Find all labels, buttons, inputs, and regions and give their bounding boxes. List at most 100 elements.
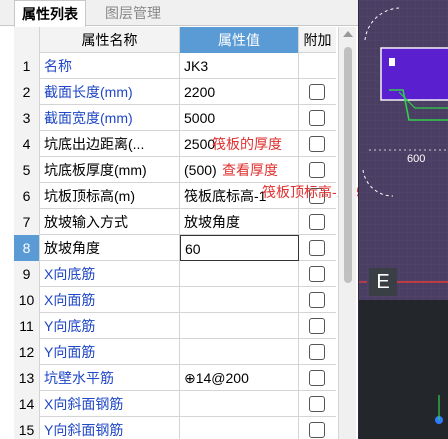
cad-label-box bbox=[389, 58, 395, 66]
property-add-cell bbox=[299, 287, 336, 313]
table-row[interactable]: 15 Y向斜面钢筋 bbox=[14, 417, 336, 439]
property-add-cell bbox=[299, 209, 336, 235]
cad-axis-marker[interactable]: E bbox=[369, 268, 397, 296]
property-name: 坑板顶标高(m) bbox=[40, 183, 180, 209]
add-checkbox[interactable] bbox=[309, 292, 325, 308]
property-add-cell bbox=[299, 339, 336, 365]
property-name: Y向面筋 bbox=[40, 339, 180, 365]
table-row[interactable]: 9 X向底筋 bbox=[14, 261, 336, 287]
property-name: 截面宽度(mm) bbox=[40, 105, 180, 131]
property-value[interactable] bbox=[180, 417, 299, 439]
add-checkbox[interactable] bbox=[309, 84, 325, 100]
row-index: 3 bbox=[14, 105, 40, 131]
property-add-cell bbox=[299, 235, 336, 261]
property-value[interactable] bbox=[180, 261, 299, 287]
row-index: 1 bbox=[14, 53, 40, 79]
property-value-input[interactable]: 60 bbox=[180, 235, 299, 261]
row-index: 2 bbox=[14, 79, 40, 105]
annotation-raft-thickness: 筏板的厚度 bbox=[212, 136, 282, 152]
property-add-cell bbox=[299, 261, 336, 287]
property-add-cell bbox=[299, 131, 336, 157]
property-name: 坑壁水平筋 bbox=[40, 365, 180, 391]
header-index bbox=[14, 27, 40, 53]
property-add-cell bbox=[299, 365, 336, 391]
row-index: 4 bbox=[14, 131, 40, 157]
property-value[interactable]: JK3 bbox=[180, 53, 299, 79]
table-row[interactable]: 3 截面宽度(mm) 5000 bbox=[14, 105, 336, 131]
table-row[interactable]: 1 名称 JK3 bbox=[14, 53, 336, 79]
row-index: 9 bbox=[14, 261, 40, 287]
row-index: 13 bbox=[14, 365, 40, 391]
property-add-cell bbox=[299, 417, 336, 439]
scroll-thumb[interactable] bbox=[344, 47, 352, 283]
table-scrollbar[interactable] bbox=[338, 27, 356, 439]
table-row[interactable]: 10 X向面筋 bbox=[14, 287, 336, 313]
panel-tabbar: 属性列表 图层管理 bbox=[0, 0, 358, 27]
property-name: 截面长度(mm) bbox=[40, 79, 180, 105]
annotation-check-thickness: 查看厚度 bbox=[222, 162, 278, 178]
cad-drawing: 600 bbox=[359, 0, 448, 439]
tab-layers[interactable]: 图层管理 bbox=[94, 0, 172, 26]
table-row[interactable]: 13 坑壁水平筋 ⊕14@200 bbox=[14, 365, 336, 391]
property-add-cell bbox=[299, 157, 336, 183]
property-value[interactable]: 放坡角度 bbox=[180, 209, 299, 235]
property-name: 名称 bbox=[40, 53, 180, 79]
header-add: 附加 bbox=[303, 32, 332, 48]
row-index: 6 bbox=[14, 183, 40, 209]
add-checkbox[interactable] bbox=[309, 214, 325, 230]
property-value[interactable] bbox=[180, 313, 299, 339]
property-add-cell bbox=[299, 79, 336, 105]
property-value[interactable] bbox=[180, 339, 299, 365]
add-checkbox[interactable] bbox=[309, 422, 325, 438]
row-index: 15 bbox=[14, 417, 40, 439]
row-index: 11 bbox=[14, 313, 40, 339]
table-row[interactable]: 7 放坡输入方式 放坡角度 bbox=[14, 209, 336, 235]
row-index: 14 bbox=[14, 391, 40, 417]
table-row[interactable]: 14 X向斜面钢筋 bbox=[14, 391, 336, 417]
property-name: 坑底板厚度(mm) bbox=[40, 157, 180, 183]
add-checkbox[interactable] bbox=[309, 110, 325, 126]
header-value: 属性值 bbox=[180, 27, 299, 53]
scroll-up-icon[interactable] bbox=[343, 31, 353, 37]
table-header: 属性名称 属性值 附加 bbox=[14, 27, 336, 53]
table-row[interactable]: 12 Y向面筋 bbox=[14, 339, 336, 365]
property-name: 放坡角度 bbox=[40, 235, 180, 261]
table-row[interactable]: 4 坑底出边距离(... 2500 bbox=[14, 131, 336, 157]
add-checkbox[interactable] bbox=[309, 136, 325, 152]
property-value[interactable]: 5000 bbox=[180, 105, 299, 131]
cad-canvas[interactable]: 600 E bbox=[358, 0, 448, 439]
property-name: X向斜面钢筋 bbox=[40, 391, 180, 417]
property-add-cell bbox=[299, 53, 336, 79]
table-row[interactable]: 5 坑底板厚度(mm) (500) bbox=[14, 157, 336, 183]
property-name: 坑底出边距离(... bbox=[40, 131, 180, 157]
property-name: X向面筋 bbox=[40, 287, 180, 313]
table-row[interactable]: 2 截面长度(mm) 2200 bbox=[14, 79, 336, 105]
tab-properties[interactable]: 属性列表 bbox=[14, 0, 86, 27]
table-row[interactable]: 11 Y向底筋 bbox=[14, 313, 336, 339]
row-index: 10 bbox=[14, 287, 40, 313]
row-index: 12 bbox=[14, 339, 40, 365]
header-name: 属性名称 bbox=[40, 27, 180, 53]
add-checkbox[interactable] bbox=[309, 396, 325, 412]
cad-block-shape bbox=[380, 47, 448, 101]
property-value[interactable] bbox=[180, 287, 299, 313]
add-checkbox[interactable] bbox=[309, 344, 325, 360]
add-checkbox[interactable] bbox=[309, 266, 325, 282]
property-add-cell bbox=[299, 391, 336, 417]
property-value[interactable]: 2200 bbox=[180, 79, 299, 105]
table-row[interactable]: 8 放坡角度 60 bbox=[14, 235, 336, 261]
property-name: Y向斜面钢筋 bbox=[40, 417, 180, 439]
property-value[interactable]: ⊕14@200 bbox=[180, 365, 299, 391]
row-index: 8 bbox=[14, 235, 40, 261]
property-value[interactable] bbox=[180, 391, 299, 417]
add-checkbox[interactable] bbox=[309, 318, 325, 334]
svg-text:600: 600 bbox=[407, 153, 425, 165]
add-checkbox[interactable] bbox=[309, 240, 325, 256]
row-index: 5 bbox=[14, 157, 40, 183]
property-name: 放坡输入方式 bbox=[40, 209, 180, 235]
property-add-cell bbox=[299, 313, 336, 339]
property-add-cell bbox=[299, 105, 336, 131]
add-checkbox[interactable] bbox=[309, 370, 325, 386]
row-index: 7 bbox=[14, 209, 40, 235]
add-checkbox[interactable] bbox=[309, 162, 325, 178]
